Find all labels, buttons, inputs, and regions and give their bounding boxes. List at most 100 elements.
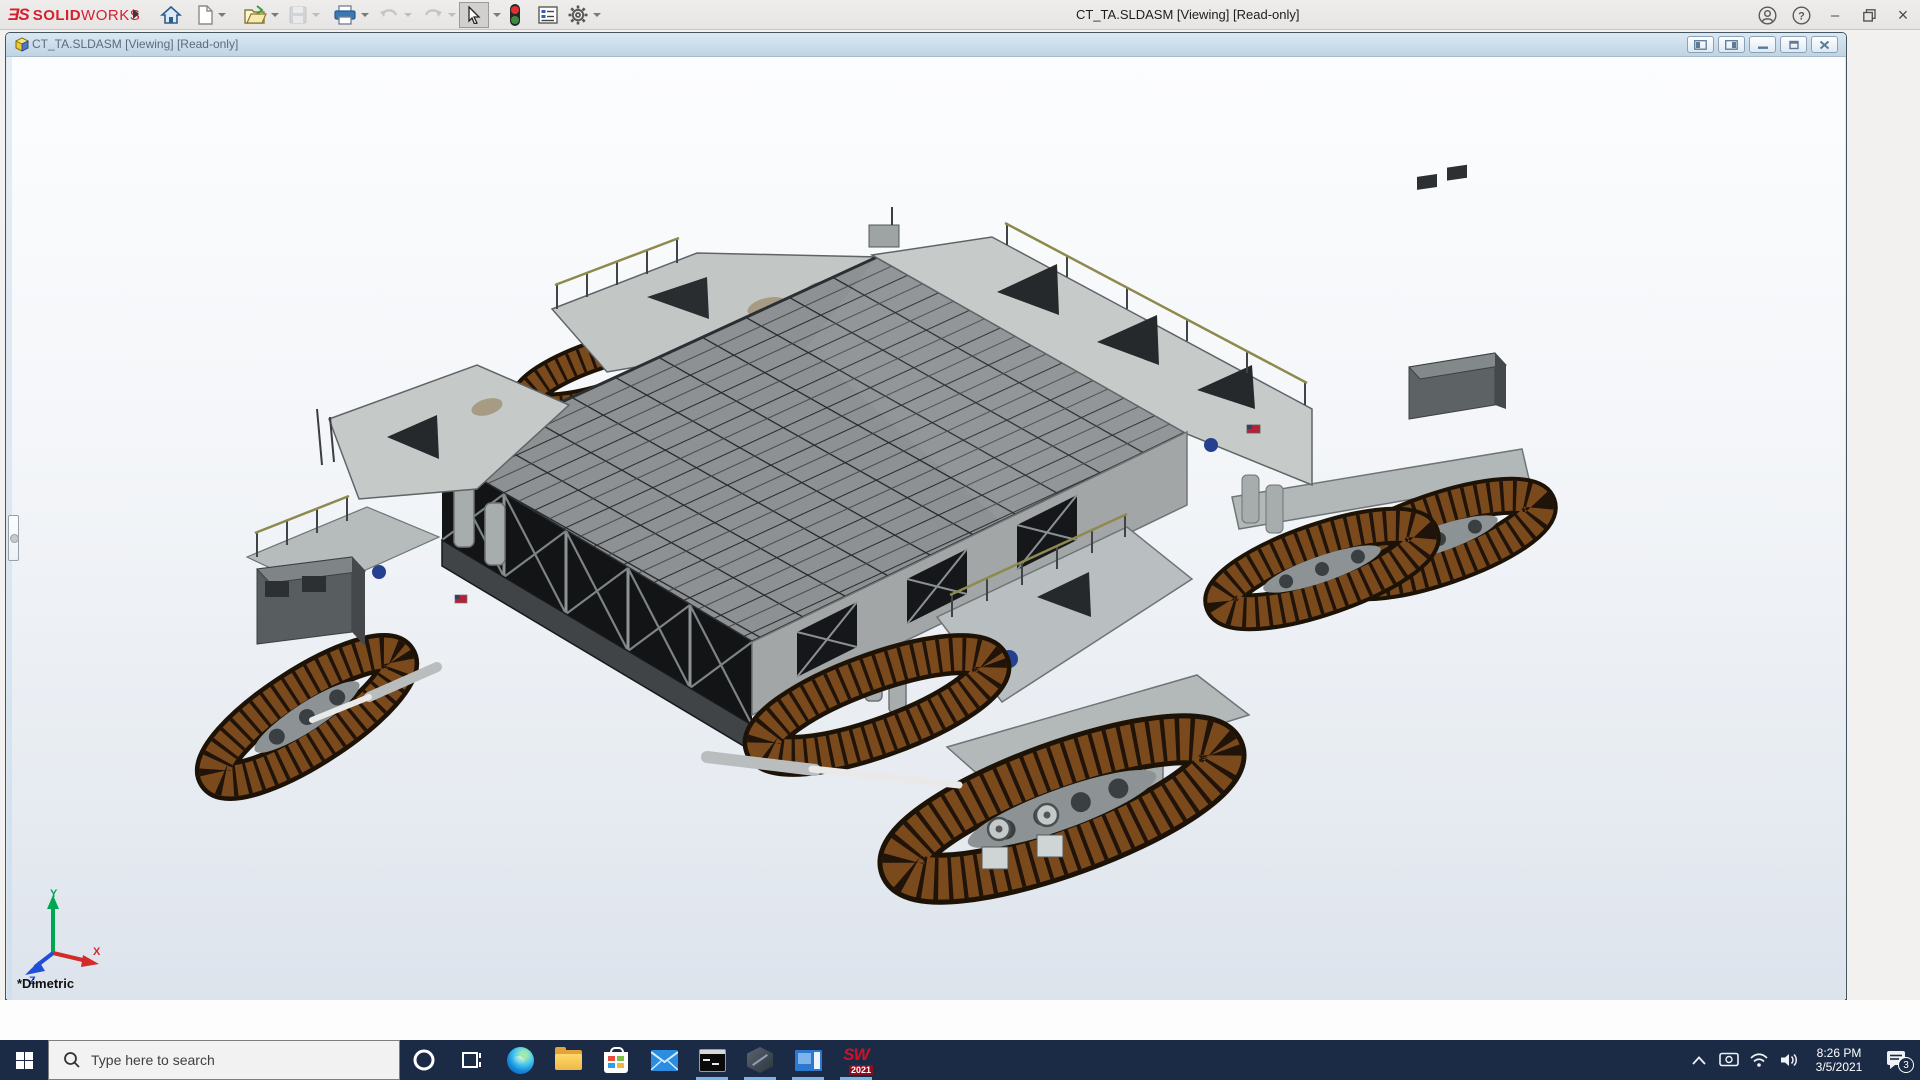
restore-icon <box>1863 9 1876 22</box>
save-button <box>288 2 320 28</box>
home-icon <box>160 5 182 25</box>
traffic-light-icon <box>508 3 522 27</box>
open-button[interactable] <box>243 2 279 28</box>
app-title: CT_TA.SLDASM [Viewing] [Read-only] <box>1076 0 1300 30</box>
pane-left-icon <box>1694 40 1707 50</box>
triad-y-label: Y <box>50 888 58 900</box>
help-icon: ? <box>1792 6 1811 25</box>
undo-button <box>378 2 412 28</box>
notification-center-button[interactable]: 3 <box>1874 1040 1920 1080</box>
file-explorer-icon <box>555 1050 582 1070</box>
close-button[interactable]: × <box>1886 0 1920 30</box>
redo-icon <box>422 6 444 24</box>
clock-date: 3/5/2021 <box>1808 1060 1870 1074</box>
cortana-button[interactable] <box>400 1040 448 1080</box>
account-icon <box>1758 6 1777 25</box>
search-input[interactable] <box>91 1052 371 1068</box>
viewport-canvas[interactable]: Y X Z *Dimetric <box>7 57 1845 1000</box>
taskbar-app-solidworks[interactable]: SW 2021 <box>832 1040 880 1080</box>
properties-list-icon <box>537 5 559 25</box>
taskbar-clock[interactable]: 8:26 PM 3/5/2021 <box>1808 1046 1870 1074</box>
new-dropdown-icon[interactable] <box>218 13 226 17</box>
print-icon <box>333 5 357 25</box>
notification-badge: 3 <box>1898 1057 1914 1073</box>
new-document-button[interactable] <box>196 2 226 28</box>
solidworks-logo-glyph: ƎS <box>8 5 29 25</box>
orientation-triad: Y X Z <box>21 885 111 985</box>
store-icon <box>604 1052 628 1073</box>
minimize-button[interactable]: – <box>1818 0 1852 30</box>
print-dropdown-icon[interactable] <box>361 13 369 17</box>
command-prompt-icon <box>699 1049 726 1072</box>
speaker-icon <box>1779 1052 1799 1068</box>
doc-close-button[interactable] <box>1811 36 1838 53</box>
taskbar-app-edge[interactable] <box>496 1040 544 1080</box>
taskbar-app-mail[interactable] <box>640 1040 688 1080</box>
taskbar-app-file-explorer[interactable] <box>544 1040 592 1080</box>
wifi-icon <box>1749 1052 1769 1068</box>
doc-minimize-button[interactable] <box>1749 36 1776 53</box>
solidworks-app-icon: SW 2021 <box>840 1045 872 1075</box>
volume-button[interactable] <box>1774 1040 1804 1080</box>
taskbar-app-utility[interactable] <box>736 1040 784 1080</box>
task-view-button[interactable] <box>448 1040 496 1080</box>
doc-close-icon <box>1819 40 1830 50</box>
solidworks-year-badge: 2021 <box>849 1065 873 1075</box>
doc-minimize-icon <box>1757 40 1769 50</box>
gear-icon <box>567 4 589 26</box>
help-button[interactable]: ? <box>1784 0 1818 30</box>
print-button[interactable] <box>333 2 369 28</box>
taskbar: SW 2021 8:26 P <box>0 1040 1920 1080</box>
home-button[interactable] <box>160 2 182 28</box>
undo-icon <box>378 6 400 24</box>
undo-dropdown-icon <box>404 13 412 17</box>
account-button[interactable] <box>1750 0 1784 30</box>
save-icon <box>288 5 308 25</box>
options-dropdown-icon[interactable] <box>593 13 601 17</box>
rebuild-button[interactable] <box>508 2 522 28</box>
search-icon <box>63 1051 81 1069</box>
document-titlebar[interactable]: CT_TA.SLDASM [Viewing] [Read-only] <box>6 33 1846 57</box>
menu-expand-arrow-icon[interactable] <box>133 9 139 19</box>
cortana-icon <box>412 1048 436 1072</box>
pane-right-icon <box>1725 40 1738 50</box>
tray-expand-button[interactable] <box>1684 1040 1714 1080</box>
pane-left-button[interactable] <box>1687 36 1714 53</box>
view-orientation-label: *Dimetric <box>17 976 74 991</box>
mail-icon <box>651 1050 678 1071</box>
options-button[interactable] <box>567 2 601 28</box>
solidworks-logo: ƎS SOLID WORKS <box>8 4 140 26</box>
doc-restore-button[interactable] <box>1780 36 1807 53</box>
network-button[interactable] <box>1744 1040 1774 1080</box>
hexagon-app-icon <box>747 1047 773 1073</box>
select-dropdown-icon[interactable] <box>493 13 501 17</box>
right-cab <box>1409 165 1506 419</box>
select-button[interactable] <box>459 2 501 28</box>
file-properties-button[interactable] <box>537 2 559 28</box>
open-dropdown-icon[interactable] <box>271 13 279 17</box>
redo-button <box>422 2 456 28</box>
right-rear-truck <box>1214 449 1548 630</box>
document-title: CT_TA.SLDASM [Viewing] [Read-only] <box>32 37 238 51</box>
open-folder-icon <box>243 5 267 25</box>
redo-dropdown-icon <box>448 13 456 17</box>
taskbar-search[interactable] <box>48 1040 400 1080</box>
pane-right-button[interactable] <box>1718 36 1745 53</box>
restore-button[interactable] <box>1852 0 1886 30</box>
meet-now-icon <box>1719 1052 1739 1068</box>
clock-time: 8:26 PM <box>1808 1046 1870 1060</box>
start-button[interactable] <box>0 1040 48 1080</box>
taskbar-app-cmd[interactable] <box>688 1040 736 1080</box>
meet-now-button[interactable] <box>1714 1040 1744 1080</box>
taskbar-app-store[interactable] <box>592 1040 640 1080</box>
left-cab <box>257 557 365 646</box>
doc-restore-icon <box>1788 40 1800 50</box>
document-window: CT_TA.SLDASM [Viewing] [Read-only] <box>5 32 1847 1000</box>
save-dropdown-icon <box>312 13 320 17</box>
assembly-cube-icon <box>14 37 30 53</box>
pane-splitter-handle[interactable] <box>8 515 19 561</box>
edge-icon <box>507 1047 534 1074</box>
taskbar-app-remote-window[interactable] <box>784 1040 832 1080</box>
window-app-icon <box>795 1050 822 1071</box>
select-button-pressed[interactable] <box>459 2 489 28</box>
